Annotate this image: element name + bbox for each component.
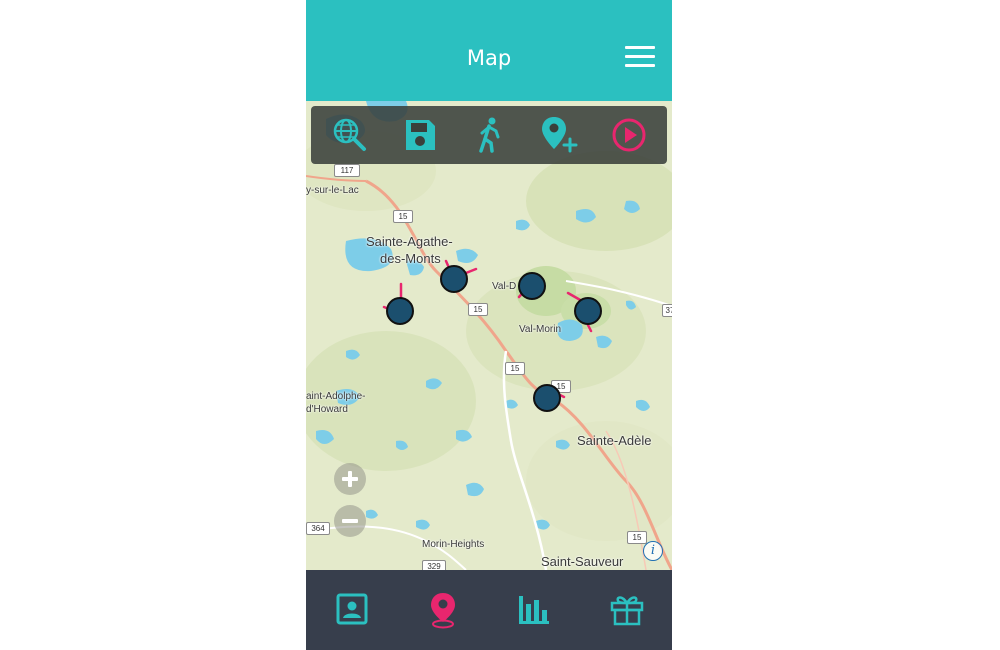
place-label: Sainte-Agathe- — [366, 234, 453, 249]
track-marker[interactable] — [574, 297, 602, 325]
gift-icon[interactable] — [607, 590, 647, 630]
place-label: Saint-Sauveur — [541, 554, 624, 569]
place-label: Morin-Heights — [422, 539, 485, 550]
track-marker[interactable] — [533, 384, 561, 412]
map-toolbar — [311, 106, 667, 164]
zoom-out-button[interactable] — [334, 505, 366, 537]
bottom-navigation — [306, 570, 672, 650]
place-label: d'Howard — [306, 404, 348, 415]
hamburger-menu-icon[interactable] — [625, 46, 657, 72]
route-shield: 15 — [627, 531, 647, 544]
walking-person-icon[interactable] — [470, 115, 510, 155]
route-shield: 117 — [334, 164, 360, 177]
bar-chart-icon[interactable] — [514, 590, 554, 630]
save-floppy-icon[interactable] — [400, 115, 440, 155]
phone-screen: Map y-sur-le-Lac Sainte-Agathe- des-Mont… — [306, 0, 672, 650]
minus-icon — [342, 519, 358, 523]
route-shield: 15 — [393, 210, 413, 223]
profile-portrait-icon[interactable] — [332, 590, 372, 630]
page-title: Map — [466, 46, 512, 70]
map-base-layer — [306, 101, 672, 570]
zoom-in-button[interactable] — [334, 463, 366, 495]
route-shield: 364 — [306, 522, 330, 535]
add-location-pin-icon[interactable] — [539, 115, 579, 155]
track-marker[interactable] — [518, 272, 546, 300]
globe-search-icon[interactable] — [330, 115, 370, 155]
route-shield: 15 — [468, 303, 488, 316]
place-label: Sainte-Adèle — [577, 433, 652, 448]
play-circle-icon[interactable] — [609, 115, 649, 155]
place-label: des-Monts — [380, 251, 441, 266]
track-marker[interactable] — [440, 265, 468, 293]
map-pin-icon[interactable] — [423, 590, 463, 630]
route-shield: 37 — [662, 304, 672, 317]
route-shield: 15 — [505, 362, 525, 375]
app-header: Map — [306, 0, 672, 101]
route-shield: 329 — [422, 560, 446, 570]
map-info-button[interactable]: i — [643, 541, 663, 561]
place-label: y-sur-le-Lac — [306, 185, 359, 196]
place-label: Val-D — [492, 281, 517, 292]
track-marker[interactable] — [386, 297, 414, 325]
map-view[interactable]: y-sur-le-Lac Sainte-Agathe- des-Monts Va… — [306, 101, 672, 570]
place-label: Val-Morin — [519, 324, 562, 335]
plus-icon-vertical — [348, 471, 352, 487]
place-label: aint-Adolphe- — [306, 391, 366, 402]
